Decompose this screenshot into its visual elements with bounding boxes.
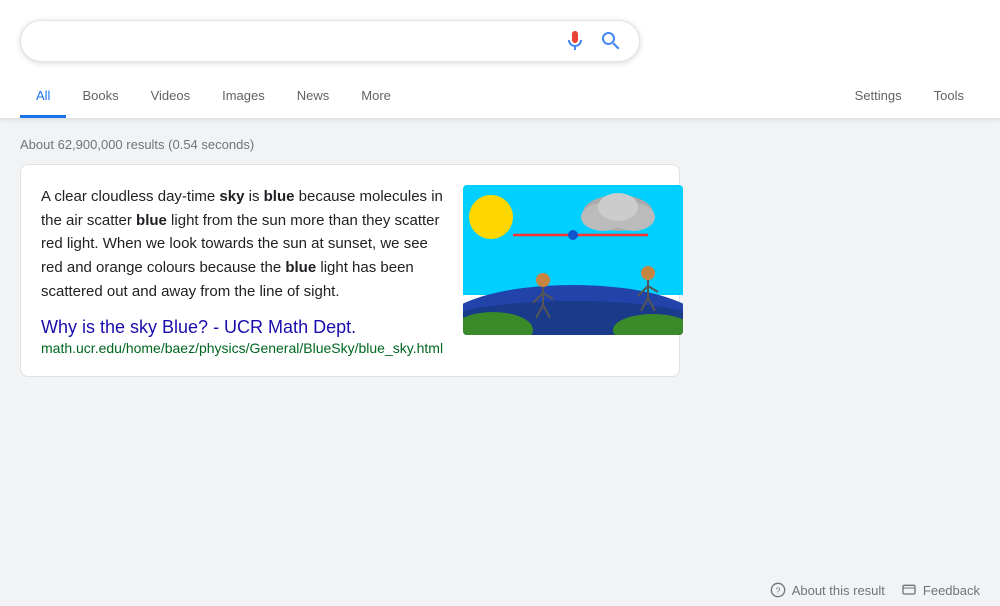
search-bar-row: Why is the sky blue bbox=[20, 10, 980, 72]
tab-images[interactable]: Images bbox=[206, 76, 281, 118]
about-result-button[interactable]: ? About this result bbox=[770, 582, 885, 598]
featured-url: math.ucr.edu/home/baez/physics/General/B… bbox=[41, 340, 443, 356]
featured-link-block: Why is the sky Blue? - UCR Math Dept. ma… bbox=[41, 317, 443, 356]
tab-tools[interactable]: Tools bbox=[918, 76, 980, 118]
featured-content: A clear cloudless day-time sky is blue b… bbox=[41, 185, 443, 356]
content-area: About 62,900,000 results (0.54 seconds) … bbox=[0, 119, 700, 397]
results-count: About 62,900,000 results (0.54 seconds) bbox=[20, 129, 680, 164]
tab-all[interactable]: All bbox=[20, 76, 66, 118]
search-input[interactable]: Why is the sky blue bbox=[37, 31, 555, 52]
tab-videos[interactable]: Videos bbox=[135, 76, 207, 118]
svg-text:?: ? bbox=[775, 585, 780, 595]
featured-link-title[interactable]: Why is the sky Blue? - UCR Math Dept. bbox=[41, 317, 356, 337]
tab-books[interactable]: Books bbox=[66, 76, 134, 118]
feedback-icon bbox=[901, 582, 917, 598]
tab-settings[interactable]: Settings bbox=[839, 76, 918, 118]
search-icons bbox=[563, 29, 623, 53]
bottom-bar: ? About this result Feedback bbox=[750, 574, 1000, 606]
featured-image bbox=[463, 185, 683, 335]
featured-description: A clear cloudless day-time sky is blue b… bbox=[41, 185, 443, 303]
header: Why is the sky blue All Books Videos Ima… bbox=[0, 0, 1000, 118]
nav-right: Settings Tools bbox=[839, 76, 980, 118]
about-result-label: About this result bbox=[792, 583, 885, 598]
featured-snippet: A clear cloudless day-time sky is blue b… bbox=[20, 164, 680, 377]
mic-icon[interactable] bbox=[563, 29, 587, 53]
search-button-icon[interactable] bbox=[599, 29, 623, 53]
feedback-button[interactable]: Feedback bbox=[901, 582, 980, 598]
search-box: Why is the sky blue bbox=[20, 20, 640, 62]
nav-tabs: All Books Videos Images News More Settin… bbox=[20, 72, 980, 118]
tab-news[interactable]: News bbox=[281, 76, 346, 118]
feedback-label: Feedback bbox=[923, 583, 980, 598]
help-icon: ? bbox=[770, 582, 786, 598]
tab-more[interactable]: More bbox=[345, 76, 407, 118]
